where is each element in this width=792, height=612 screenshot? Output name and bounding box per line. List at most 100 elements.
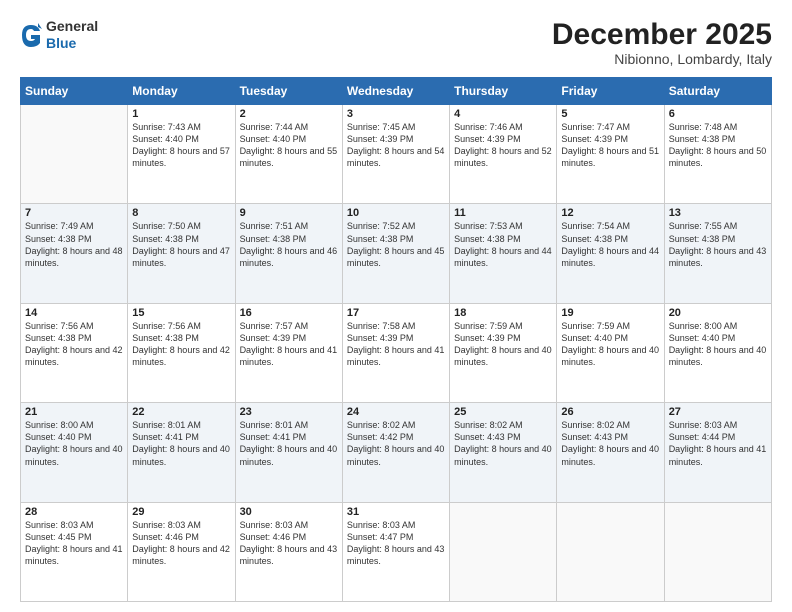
day-info: Sunrise: 7:49 AMSunset: 4:38 PMDaylight:… xyxy=(25,220,123,269)
day-number: 24 xyxy=(347,406,445,418)
day-info: Sunrise: 7:50 AMSunset: 4:38 PMDaylight:… xyxy=(132,220,230,269)
day-number: 10 xyxy=(347,207,445,219)
title-block: December 2025 Nibionno, Lombardy, Italy xyxy=(552,18,772,67)
day-info: Sunrise: 7:45 AMSunset: 4:39 PMDaylight:… xyxy=(347,121,445,170)
logo: General Blue xyxy=(20,18,98,52)
day-number: 16 xyxy=(240,307,338,319)
logo-text: General Blue xyxy=(46,18,98,52)
table-row: 12Sunrise: 7:54 AMSunset: 4:38 PMDayligh… xyxy=(557,204,664,303)
day-info: Sunrise: 7:56 AMSunset: 4:38 PMDaylight:… xyxy=(132,320,230,369)
table-row: 11Sunrise: 7:53 AMSunset: 4:38 PMDayligh… xyxy=(450,204,557,303)
day-info: Sunrise: 7:51 AMSunset: 4:38 PMDaylight:… xyxy=(240,220,338,269)
table-row: 13Sunrise: 7:55 AMSunset: 4:38 PMDayligh… xyxy=(664,204,771,303)
day-number: 17 xyxy=(347,307,445,319)
table-row: 2Sunrise: 7:44 AMSunset: 4:40 PMDaylight… xyxy=(235,105,342,204)
table-row xyxy=(450,502,557,601)
table-row: 30Sunrise: 8:03 AMSunset: 4:46 PMDayligh… xyxy=(235,502,342,601)
day-info: Sunrise: 8:00 AMSunset: 4:40 PMDaylight:… xyxy=(25,419,123,468)
calendar-week-row: 1Sunrise: 7:43 AMSunset: 4:40 PMDaylight… xyxy=(21,105,772,204)
header-saturday: Saturday xyxy=(664,78,771,105)
table-row: 18Sunrise: 7:59 AMSunset: 4:39 PMDayligh… xyxy=(450,303,557,402)
day-info: Sunrise: 7:46 AMSunset: 4:39 PMDaylight:… xyxy=(454,121,552,170)
day-info: Sunrise: 7:59 AMSunset: 4:40 PMDaylight:… xyxy=(561,320,659,369)
day-info: Sunrise: 7:58 AMSunset: 4:39 PMDaylight:… xyxy=(347,320,445,369)
day-number: 21 xyxy=(25,406,123,418)
table-row: 21Sunrise: 8:00 AMSunset: 4:40 PMDayligh… xyxy=(21,403,128,502)
table-row: 25Sunrise: 8:02 AMSunset: 4:43 PMDayligh… xyxy=(450,403,557,502)
day-info: Sunrise: 8:02 AMSunset: 4:43 PMDaylight:… xyxy=(454,419,552,468)
table-row xyxy=(21,105,128,204)
location: Nibionno, Lombardy, Italy xyxy=(552,51,772,67)
day-number: 13 xyxy=(669,207,767,219)
day-info: Sunrise: 8:01 AMSunset: 4:41 PMDaylight:… xyxy=(240,419,338,468)
calendar-week-row: 14Sunrise: 7:56 AMSunset: 4:38 PMDayligh… xyxy=(21,303,772,402)
table-row: 23Sunrise: 8:01 AMSunset: 4:41 PMDayligh… xyxy=(235,403,342,502)
day-number: 14 xyxy=(25,307,123,319)
table-row: 15Sunrise: 7:56 AMSunset: 4:38 PMDayligh… xyxy=(128,303,235,402)
day-number: 5 xyxy=(561,108,659,120)
day-number: 15 xyxy=(132,307,230,319)
day-info: Sunrise: 7:48 AMSunset: 4:38 PMDaylight:… xyxy=(669,121,767,170)
day-info: Sunrise: 8:03 AMSunset: 4:44 PMDaylight:… xyxy=(669,419,767,468)
table-row: 26Sunrise: 8:02 AMSunset: 4:43 PMDayligh… xyxy=(557,403,664,502)
day-number: 27 xyxy=(669,406,767,418)
table-row: 7Sunrise: 7:49 AMSunset: 4:38 PMDaylight… xyxy=(21,204,128,303)
day-info: Sunrise: 7:53 AMSunset: 4:38 PMDaylight:… xyxy=(454,220,552,269)
day-number: 28 xyxy=(25,506,123,518)
day-number: 31 xyxy=(347,506,445,518)
table-row: 24Sunrise: 8:02 AMSunset: 4:42 PMDayligh… xyxy=(342,403,449,502)
logo-general-text: General xyxy=(46,18,98,34)
day-number: 26 xyxy=(561,406,659,418)
day-info: Sunrise: 7:59 AMSunset: 4:39 PMDaylight:… xyxy=(454,320,552,369)
table-row: 1Sunrise: 7:43 AMSunset: 4:40 PMDaylight… xyxy=(128,105,235,204)
day-number: 3 xyxy=(347,108,445,120)
day-info: Sunrise: 8:00 AMSunset: 4:40 PMDaylight:… xyxy=(669,320,767,369)
day-number: 12 xyxy=(561,207,659,219)
table-row: 3Sunrise: 7:45 AMSunset: 4:39 PMDaylight… xyxy=(342,105,449,204)
calendar-week-row: 28Sunrise: 8:03 AMSunset: 4:45 PMDayligh… xyxy=(21,502,772,601)
day-info: Sunrise: 7:54 AMSunset: 4:38 PMDaylight:… xyxy=(561,220,659,269)
day-number: 6 xyxy=(669,108,767,120)
day-number: 4 xyxy=(454,108,552,120)
day-number: 29 xyxy=(132,506,230,518)
table-row: 27Sunrise: 8:03 AMSunset: 4:44 PMDayligh… xyxy=(664,403,771,502)
day-number: 18 xyxy=(454,307,552,319)
day-info: Sunrise: 8:03 AMSunset: 4:46 PMDaylight:… xyxy=(240,519,338,568)
day-info: Sunrise: 8:03 AMSunset: 4:45 PMDaylight:… xyxy=(25,519,123,568)
table-row xyxy=(557,502,664,601)
day-number: 11 xyxy=(454,207,552,219)
day-number: 22 xyxy=(132,406,230,418)
header-sunday: Sunday xyxy=(21,78,128,105)
table-row: 6Sunrise: 7:48 AMSunset: 4:38 PMDaylight… xyxy=(664,105,771,204)
logo-icon xyxy=(20,21,42,49)
day-number: 8 xyxy=(132,207,230,219)
day-info: Sunrise: 7:43 AMSunset: 4:40 PMDaylight:… xyxy=(132,121,230,170)
table-row: 22Sunrise: 8:01 AMSunset: 4:41 PMDayligh… xyxy=(128,403,235,502)
header-friday: Friday xyxy=(557,78,664,105)
day-info: Sunrise: 8:01 AMSunset: 4:41 PMDaylight:… xyxy=(132,419,230,468)
table-row xyxy=(664,502,771,601)
table-row: 17Sunrise: 7:58 AMSunset: 4:39 PMDayligh… xyxy=(342,303,449,402)
day-info: Sunrise: 7:52 AMSunset: 4:38 PMDaylight:… xyxy=(347,220,445,269)
calendar-header-row: Sunday Monday Tuesday Wednesday Thursday… xyxy=(21,78,772,105)
calendar-week-row: 7Sunrise: 7:49 AMSunset: 4:38 PMDaylight… xyxy=(21,204,772,303)
page: General Blue December 2025 Nibionno, Lom… xyxy=(0,0,792,612)
day-number: 2 xyxy=(240,108,338,120)
month-title: December 2025 xyxy=(552,18,772,51)
header-monday: Monday xyxy=(128,78,235,105)
day-info: Sunrise: 7:44 AMSunset: 4:40 PMDaylight:… xyxy=(240,121,338,170)
table-row: 8Sunrise: 7:50 AMSunset: 4:38 PMDaylight… xyxy=(128,204,235,303)
day-info: Sunrise: 7:56 AMSunset: 4:38 PMDaylight:… xyxy=(25,320,123,369)
table-row: 5Sunrise: 7:47 AMSunset: 4:39 PMDaylight… xyxy=(557,105,664,204)
day-number: 7 xyxy=(25,207,123,219)
day-number: 19 xyxy=(561,307,659,319)
table-row: 4Sunrise: 7:46 AMSunset: 4:39 PMDaylight… xyxy=(450,105,557,204)
day-number: 30 xyxy=(240,506,338,518)
day-number: 1 xyxy=(132,108,230,120)
calendar-week-row: 21Sunrise: 8:00 AMSunset: 4:40 PMDayligh… xyxy=(21,403,772,502)
day-number: 23 xyxy=(240,406,338,418)
day-info: Sunrise: 8:02 AMSunset: 4:43 PMDaylight:… xyxy=(561,419,659,468)
day-number: 20 xyxy=(669,307,767,319)
table-row: 9Sunrise: 7:51 AMSunset: 4:38 PMDaylight… xyxy=(235,204,342,303)
table-row: 10Sunrise: 7:52 AMSunset: 4:38 PMDayligh… xyxy=(342,204,449,303)
